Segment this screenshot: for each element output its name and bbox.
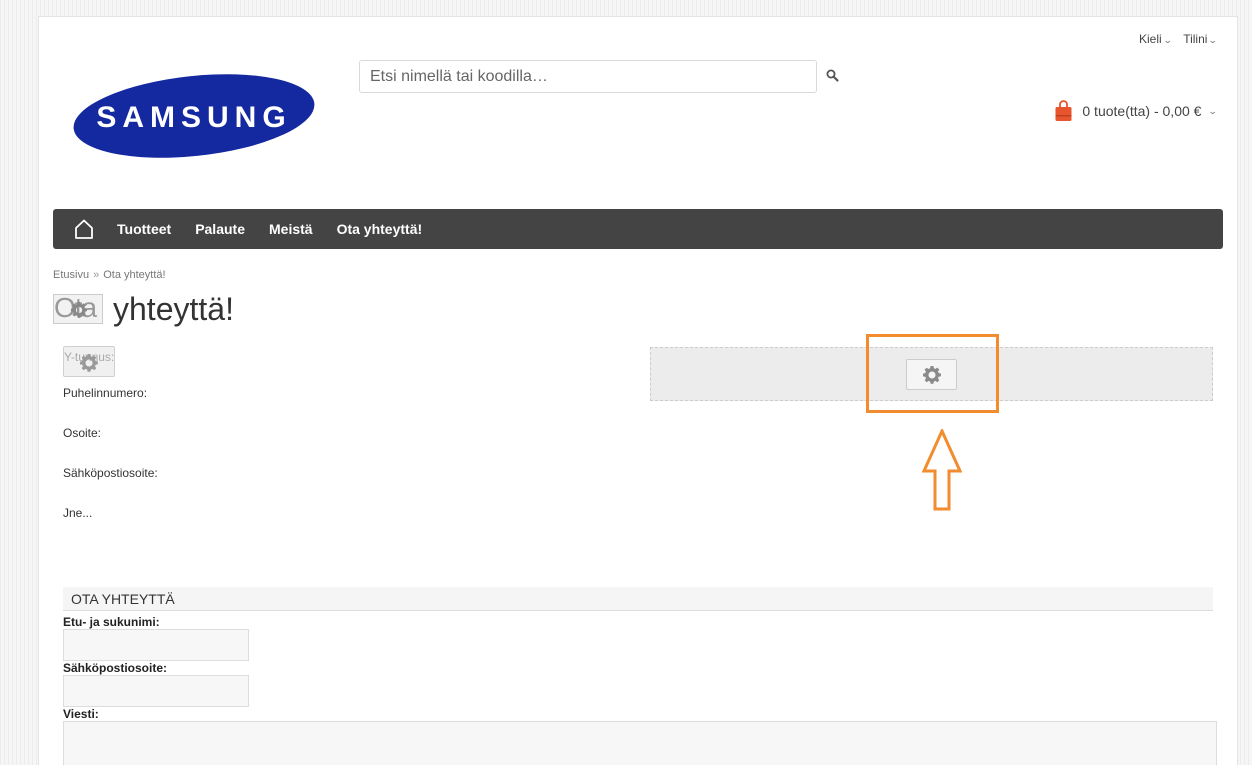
account-label: Tilini bbox=[1183, 32, 1208, 46]
email-label: Sähköpostiosoite: bbox=[63, 466, 158, 480]
phone-label: Puhelinnumero: bbox=[63, 386, 148, 400]
phone-row: Puhelinnumero: bbox=[63, 386, 158, 426]
etc-label: Jne... bbox=[63, 506, 93, 520]
page-title: Ota yhteyttä! bbox=[53, 290, 234, 328]
etc-row: Jne... bbox=[63, 506, 158, 546]
broken-image-placeholder: Y-tunnus: bbox=[63, 346, 115, 377]
main-nav: Tuotteet Palaute Meistä Ota yhteyttä! bbox=[53, 209, 1223, 249]
chevron-down-icon: ⌄ bbox=[1208, 35, 1219, 45]
search-input[interactable] bbox=[360, 61, 816, 92]
home-icon[interactable] bbox=[73, 218, 95, 240]
nav-item-products[interactable]: Tuotteet bbox=[117, 221, 171, 237]
gear-icon bbox=[70, 301, 88, 318]
business-id-row: Y-tunnus: bbox=[63, 346, 158, 386]
name-field[interactable] bbox=[63, 629, 249, 661]
shopping-bag-icon bbox=[1055, 100, 1072, 121]
email-field[interactable] bbox=[63, 675, 249, 707]
page-container: SAMSUNG Kieli⌄ Tilini⌄ 0 tuote(tta) - 0,… bbox=[38, 16, 1238, 765]
name-label: Etu- ja sukunimi: bbox=[63, 615, 160, 629]
language-menu[interactable]: Kieli⌄ bbox=[1138, 32, 1173, 46]
nav-item-about[interactable]: Meistä bbox=[269, 221, 313, 237]
contact-info: Y-tunnus: Puhelinnumero: Osoite: Sähköpo… bbox=[63, 346, 158, 546]
nav-item-contact[interactable]: Ota yhteyttä! bbox=[337, 221, 423, 237]
message-field[interactable] bbox=[63, 721, 1217, 765]
nav-item-feedback[interactable]: Palaute bbox=[195, 221, 245, 237]
message-label: Viesti: bbox=[63, 707, 99, 721]
search-icon[interactable] bbox=[825, 68, 841, 84]
cart-summary[interactable]: 0 tuote(tta) - 0,00 € ⌄ bbox=[1055, 100, 1219, 122]
breadcrumb-current[interactable]: Ota yhteyttä! bbox=[103, 269, 165, 281]
breadcrumb-home[interactable]: Etusivu bbox=[53, 269, 89, 281]
up-arrow-icon bbox=[922, 429, 962, 511]
breadcrumb: Etusivu » Ota yhteyttä! bbox=[53, 269, 166, 281]
email-field-label: Sähköpostiosoite: bbox=[63, 661, 168, 675]
logo-text: SAMSUNG bbox=[96, 101, 291, 134]
highlight-box bbox=[866, 334, 999, 413]
top-links: Kieli⌄ Tilini⌄ bbox=[1138, 32, 1219, 46]
gear-icon bbox=[80, 354, 98, 372]
chevron-down-icon: ⌄ bbox=[1208, 105, 1219, 116]
address-row: Osoite: bbox=[63, 426, 158, 466]
chevron-down-icon: ⌄ bbox=[1162, 35, 1173, 45]
account-menu[interactable]: Tilini⌄ bbox=[1183, 32, 1219, 46]
breadcrumb-separator: » bbox=[93, 269, 100, 281]
address-label: Osoite: bbox=[63, 426, 102, 440]
language-label: Kieli bbox=[1138, 32, 1162, 46]
page-title-text: yhteyttä! bbox=[113, 290, 234, 327]
search-box bbox=[359, 60, 817, 93]
samsung-logo[interactable]: SAMSUNG bbox=[71, 73, 317, 159]
cart-text: 0 tuote(tta) - 0,00 € bbox=[1082, 103, 1202, 119]
form-heading: OTA YHTEYTTÄ bbox=[63, 587, 1213, 611]
broken-title-image: Ota bbox=[53, 294, 103, 324]
email-row: Sähköpostiosoite: bbox=[63, 466, 158, 506]
